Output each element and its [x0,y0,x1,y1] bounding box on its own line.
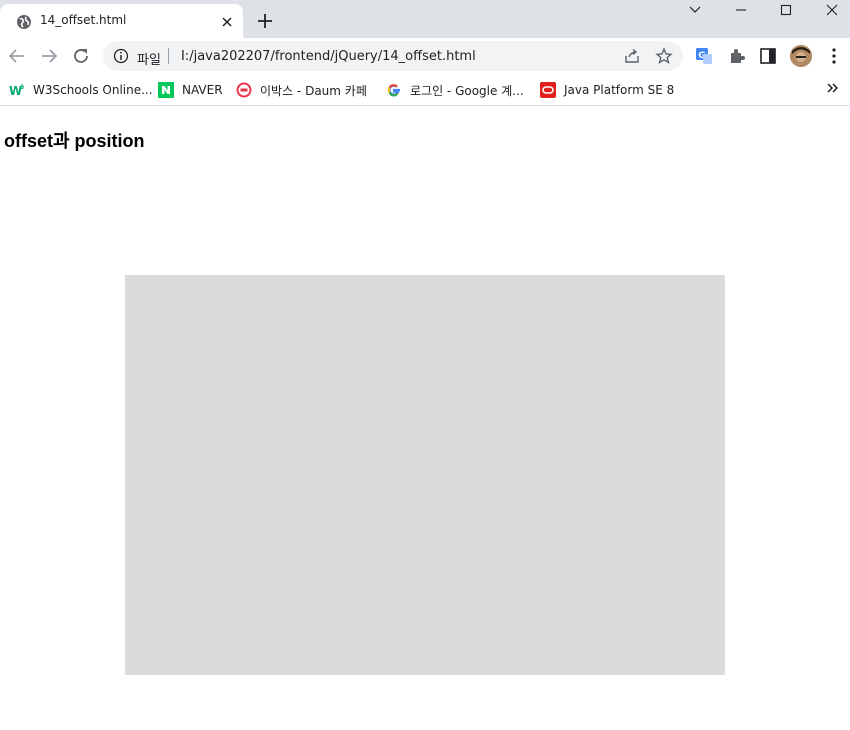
bookmark-w3schools[interactable]: W 3 W3Schools Online... [9,80,153,100]
page-heading: offset과 position [4,131,145,151]
naver-icon [158,82,174,98]
bookmarks-bar: W 3 W3Schools Online... NAVER 이박스 - Daum… [0,74,850,106]
reload-icon[interactable] [70,45,92,67]
address-bar[interactable]: 파일 I:/java202207/frontend/jQuery/14_offs… [103,41,683,71]
back-icon[interactable] [6,45,28,67]
chevron-down-icon[interactable] [672,0,718,22]
side-panel-icon[interactable] [758,46,778,66]
scheme-label: 파일 [137,53,161,68]
bookmark-label: W3Schools Online... [33,83,153,97]
info-icon[interactable] [113,48,129,64]
svg-text:3: 3 [20,84,24,91]
tab-active[interactable]: 14_offset.html [0,4,243,38]
page-content: offset과 position [0,107,850,730]
close-icon[interactable] [218,13,236,31]
translate-icon[interactable]: G [694,46,714,66]
maximize-icon[interactable] [763,0,809,22]
globe-icon [17,15,31,29]
double-chevron-right-icon[interactable] [824,80,840,96]
offset-box [125,275,725,675]
tab-title: 14_offset.html [40,13,127,27]
w3schools-icon: W 3 [9,84,24,98]
bookmark-java-platform[interactable]: Java Platform SE 8 [540,80,674,100]
menu-icon[interactable] [824,46,844,66]
bookmark-label: NAVER [182,83,223,97]
star-icon[interactable] [655,47,673,65]
oracle-icon [540,82,556,98]
title-bar: 14_offset.html [0,0,850,38]
daum-cafe-icon [236,82,252,98]
toolbar: 파일 I:/java202207/frontend/jQuery/14_offs… [0,38,850,74]
bookmark-daum-cafe[interactable]: 이박스 - Daum 카페 [236,80,367,100]
bookmark-label: Java Platform SE 8 [564,83,675,97]
avatar[interactable] [790,45,812,67]
close-icon[interactable] [809,0,850,22]
forward-icon[interactable] [38,45,60,67]
bookmark-label: 이박스 - Daum 카페 [260,83,367,98]
bookmark-label: 로그인 - Google 계... [410,83,524,98]
bookmark-google[interactable]: 로그인 - Google 계... [386,80,524,100]
bookmark-naver[interactable]: NAVER [158,80,223,100]
extensions-icon[interactable] [727,46,747,66]
url-text[interactable]: I:/java202207/frontend/jQuery/14_offset.… [181,49,476,64]
plus-icon[interactable] [255,11,275,31]
minimize-icon[interactable] [718,0,764,22]
separator [168,48,169,64]
share-icon[interactable] [623,47,641,65]
google-icon [387,84,400,97]
